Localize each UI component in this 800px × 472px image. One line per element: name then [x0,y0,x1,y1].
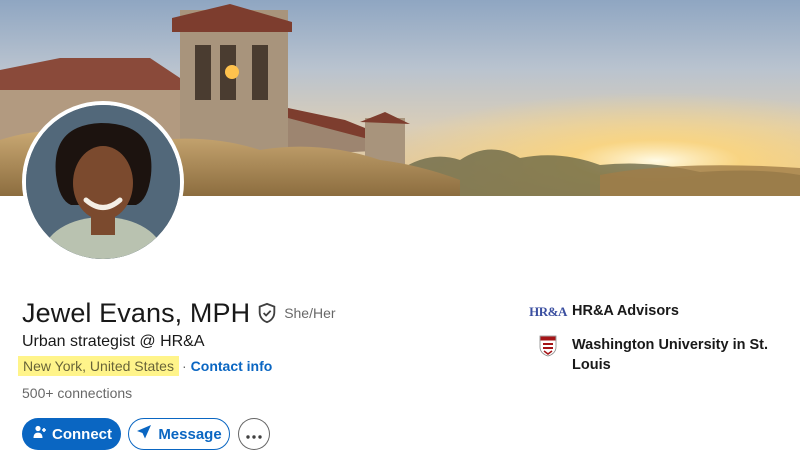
name-row: Jewel Evans, MPH She/Her [22,296,336,330]
add-person-icon [31,424,47,444]
message-button[interactable]: Message [128,418,230,450]
top-card-links: HR&A HR&A Advisors Washington University… [529,301,773,387]
company-name[interactable]: HR&A Advisors [572,301,679,321]
message-label: Message [158,425,222,443]
education[interactable]: Washington University in St. Louis [533,335,773,375]
current-company[interactable]: HR&A HR&A Advisors [529,301,773,323]
contact-info-link[interactable]: Contact info [191,358,273,374]
shield-check-icon[interactable] [256,302,278,324]
paper-plane-icon [136,424,152,444]
university-crest-icon [533,335,563,357]
connect-button[interactable]: Connect [22,418,121,450]
location-row: New York, United States · Contact info [18,355,272,377]
profile-name: Jewel Evans, MPH [22,297,251,328]
connections-count: 500+ connections [22,385,133,401]
company-logo-text: HR&A [529,304,567,319]
profile-photo[interactable] [22,101,184,263]
company-logo: HR&A [529,301,567,323]
ellipsis-icon [246,427,262,442]
pronouns: She/Her [284,305,336,321]
profile-actions: Connect Message [22,418,270,450]
profile-location: New York, United States [18,356,179,376]
profile-headline: Urban strategist @ HR&A [22,333,205,350]
connect-label: Connect [52,425,112,443]
separator-dot: · [181,358,187,374]
more-actions-button[interactable] [238,418,270,450]
university-name[interactable]: Washington University in St. Louis [572,335,773,375]
